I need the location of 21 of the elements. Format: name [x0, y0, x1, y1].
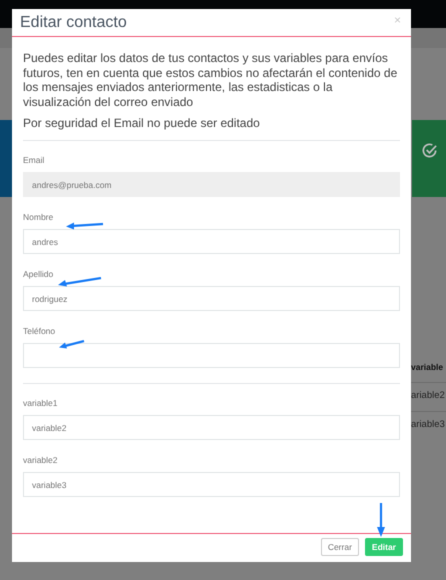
field-label: Apellido [23, 269, 54, 279]
cancel-button[interactable]: Cerrar [320, 538, 359, 556]
input-field[interactable]: andres [23, 229, 400, 254]
annotation-arrow [377, 503, 385, 537]
annotation-arrow [59, 340, 85, 349]
annotation-arrow [58, 277, 102, 287]
input-field[interactable] [23, 343, 400, 368]
field-label: Nombre [23, 212, 54, 222]
table-cell-text: ariable3 [411, 418, 446, 432]
notice-text: Por seguridad el Email no puede ser editado [23, 116, 261, 130]
intro-text: Puedes editar los datos de tus contactos y sus variables para envíos futuros, ten en cuenta que estos cambios no afectarán el contenido de los mensajes enviados anteriormente, las estadisticas o la visualización del correo enviado [23, 51, 398, 109]
field-label: variable1 [23, 398, 58, 408]
annotation-arrow [66, 222, 104, 230]
field-label: Teléfono [23, 326, 56, 336]
input-field[interactable]: variable2 [23, 415, 400, 440]
input-field[interactable]: variable3 [23, 472, 400, 497]
input-field[interactable]: rodriguez [23, 286, 400, 311]
check-circle-icon [420, 142, 438, 159]
field-label: variable2 [23, 455, 58, 465]
field-label: Email [23, 155, 44, 165]
modal-title: Editar contacto [20, 14, 127, 32]
